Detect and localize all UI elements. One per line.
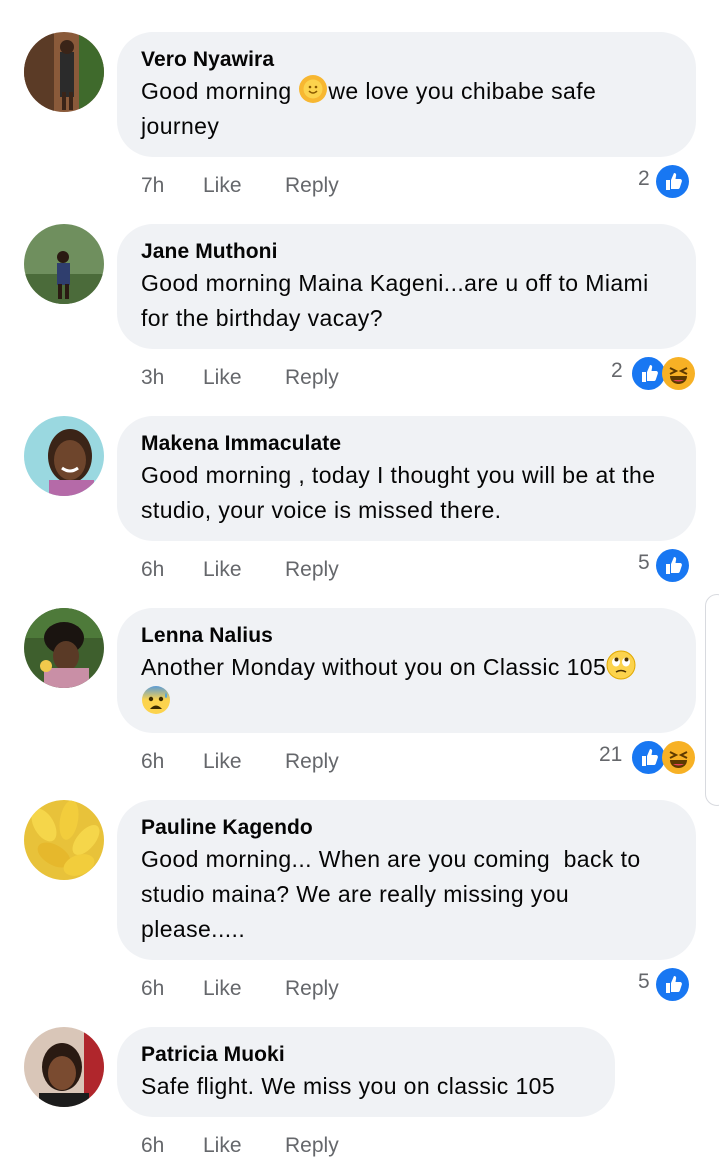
like-icon [656, 968, 689, 1001]
timestamp[interactable]: 7h [141, 174, 164, 198]
like-button[interactable]: Like [203, 1134, 242, 1158]
avatar[interactable] [24, 800, 104, 880]
like-button[interactable]: Like [203, 750, 242, 774]
commenter-name[interactable]: Vero Nyawira [141, 46, 672, 74]
reaction-summary[interactable]: 2 [635, 165, 695, 199]
comment-bubble: Vero Nyawira Good morning we love you ch… [117, 32, 696, 157]
comment-text-part: Another Monday without you on Classic 10… [141, 654, 607, 680]
eye-roll-emoji [606, 650, 636, 680]
commenter-name[interactable]: Lenna Nalius [141, 622, 672, 650]
reply-button[interactable]: Reply [285, 1134, 339, 1158]
sun-face-emoji [298, 74, 328, 104]
reaction-summary[interactable]: 2 [611, 355, 695, 392]
reply-button[interactable]: Reply [285, 977, 339, 1001]
comment-text: Another Monday without you on Classic 10… [141, 650, 672, 720]
comment-bubble: Makena Immaculate Good morning , today I… [117, 416, 696, 541]
timestamp[interactable]: 3h [141, 366, 164, 390]
reply-button[interactable]: Reply [285, 366, 339, 390]
like-button[interactable]: Like [203, 977, 242, 1001]
reply-button[interactable]: Reply [285, 174, 339, 198]
avatar[interactable] [24, 416, 104, 496]
comment-text: Good morning we love you chibabe safe jo… [141, 74, 672, 144]
comment-bubble: Lenna Nalius Another Monday without you … [117, 608, 696, 733]
comment-text: Good morning , today I thought you will … [141, 462, 656, 523]
comment-bubble: Jane Muthoni Good morning Maina Kageni..… [117, 224, 696, 349]
timestamp[interactable]: 6h [141, 558, 164, 582]
avatar[interactable] [24, 608, 104, 688]
like-icon [656, 549, 689, 582]
reaction-count: 5 [638, 551, 650, 574]
scroll-handle[interactable] [705, 594, 719, 806]
reply-button[interactable]: Reply [285, 750, 339, 774]
like-button[interactable]: Like [203, 558, 242, 582]
reaction-count: 2 [611, 359, 623, 382]
reaction-count: 21 [599, 743, 623, 766]
reaction-summary[interactable]: 21 [599, 739, 695, 776]
comment-text: Safe flight. We miss you on classic 105 [141, 1073, 556, 1099]
comment-bubble: Patricia Muoki Safe flight. We miss you … [117, 1027, 615, 1117]
timestamp[interactable]: 6h [141, 750, 164, 774]
commenter-name[interactable]: Patricia Muoki [141, 1041, 591, 1069]
avatar[interactable] [24, 1027, 104, 1107]
timestamp[interactable]: 6h [141, 977, 164, 1001]
reaction-summary[interactable]: 5 [635, 968, 695, 1002]
like-button[interactable]: Like [203, 174, 242, 198]
laughing-icon [662, 357, 695, 390]
laughing-icon [662, 741, 695, 774]
like-icon [656, 165, 689, 198]
like-button[interactable]: Like [203, 366, 242, 390]
comment-text-part: Good morning [141, 78, 299, 104]
comment-text: Good morning... When are you coming back… [141, 846, 648, 942]
commenter-name[interactable]: Jane Muthoni [141, 238, 672, 266]
avatar[interactable] [24, 32, 104, 112]
timestamp[interactable]: 6h [141, 1134, 164, 1158]
commenter-name[interactable]: Pauline Kagendo [141, 814, 672, 842]
avatar[interactable] [24, 224, 104, 304]
commenter-name[interactable]: Makena Immaculate [141, 430, 672, 458]
reply-button[interactable]: Reply [285, 558, 339, 582]
comment-bubble: Pauline Kagendo Good morning... When are… [117, 800, 696, 960]
reaction-count: 2 [638, 167, 650, 190]
reaction-count: 5 [638, 970, 650, 993]
anxious-sweat-emoji [141, 685, 171, 715]
comment-text: Good morning Maina Kageni...are u off to… [141, 270, 649, 331]
reaction-summary[interactable]: 5 [635, 549, 695, 583]
